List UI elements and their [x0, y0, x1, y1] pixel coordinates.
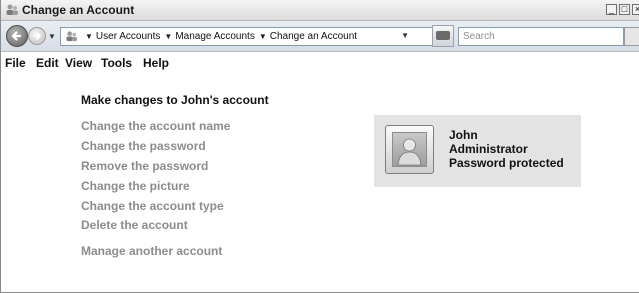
refresh-button[interactable] — [432, 25, 454, 47]
navigation-bar: ▼ ▼ User Accounts ▼ Manage Accounts ▼ Change … — [1, 21, 639, 52]
user-avatar-icon — [392, 132, 427, 167]
chevron-down-icon[interactable]: ▼ — [259, 32, 267, 41]
breadcrumb-change-account[interactable]: Change an Account — [270, 31, 357, 42]
change-password-link[interactable]: Change the password — [81, 139, 206, 154]
minimize-button[interactable]: _ — [606, 4, 617, 15]
account-card: John Administrator Password protected — [374, 115, 581, 187]
back-button[interactable] — [6, 25, 28, 47]
search-box[interactable]: Search — [458, 27, 624, 46]
breadcrumb-user-accounts[interactable]: User Accounts — [96, 31, 160, 42]
forward-arrow-icon — [33, 32, 41, 40]
recent-pages-dropdown-icon[interactable]: ▼ — [48, 32, 56, 41]
menu-tools[interactable]: Tools — [101, 56, 132, 71]
menu-help[interactable]: Help — [143, 56, 169, 71]
user-accounts-icon — [6, 4, 18, 15]
delete-account-link[interactable]: Delete the account — [81, 218, 188, 233]
address-bar[interactable]: ▼ User Accounts ▼ Manage Accounts ▼ Change an… — [60, 27, 435, 46]
refresh-icon — [436, 31, 450, 40]
search-icon[interactable] — [624, 27, 639, 46]
close-button[interactable]: × — [632, 4, 639, 15]
forward-button[interactable] — [28, 27, 46, 45]
remove-password-link[interactable]: Remove the password — [81, 159, 208, 174]
page-heading: Make changes to John's account — [81, 93, 269, 107]
change-account-name-link[interactable]: Change the account name — [81, 119, 230, 134]
change-picture-link[interactable]: Change the picture — [81, 179, 190, 194]
back-arrow-icon — [11, 31, 22, 41]
window-title: Change an Account — [22, 3, 135, 17]
window: Change an Account _ □ × ▼ ▼ User Account… — [0, 0, 639, 293]
menu-file[interactable]: File — [5, 56, 26, 71]
search-placeholder: Search — [463, 31, 495, 42]
maximize-button[interactable]: □ — [619, 4, 630, 15]
user-accounts-icon — [66, 31, 78, 42]
account-type: Administrator — [449, 142, 528, 156]
account-name: John — [449, 128, 478, 142]
avatar — [385, 125, 434, 174]
menu-view[interactable]: View — [65, 56, 92, 71]
chevron-down-icon[interactable]: ▼ — [164, 32, 172, 41]
menu-edit[interactable]: Edit — [36, 56, 59, 71]
change-account-type-link[interactable]: Change the account type — [81, 199, 224, 214]
address-dropdown-icon[interactable]: ▼ — [401, 31, 409, 40]
manage-another-account-link[interactable]: Manage another account — [81, 244, 222, 259]
breadcrumb: ▼ User Accounts ▼ Manage Accounts ▼ Change an… — [81, 30, 357, 43]
chevron-down-icon[interactable]: ▼ — [85, 32, 93, 41]
title-bar: Change an Account _ □ × — [1, 0, 639, 21]
account-status: Password protected — [449, 156, 564, 170]
menu-bar: File Edit View Tools Help — [1, 52, 639, 75]
breadcrumb-manage-accounts[interactable]: Manage Accounts — [175, 31, 255, 42]
